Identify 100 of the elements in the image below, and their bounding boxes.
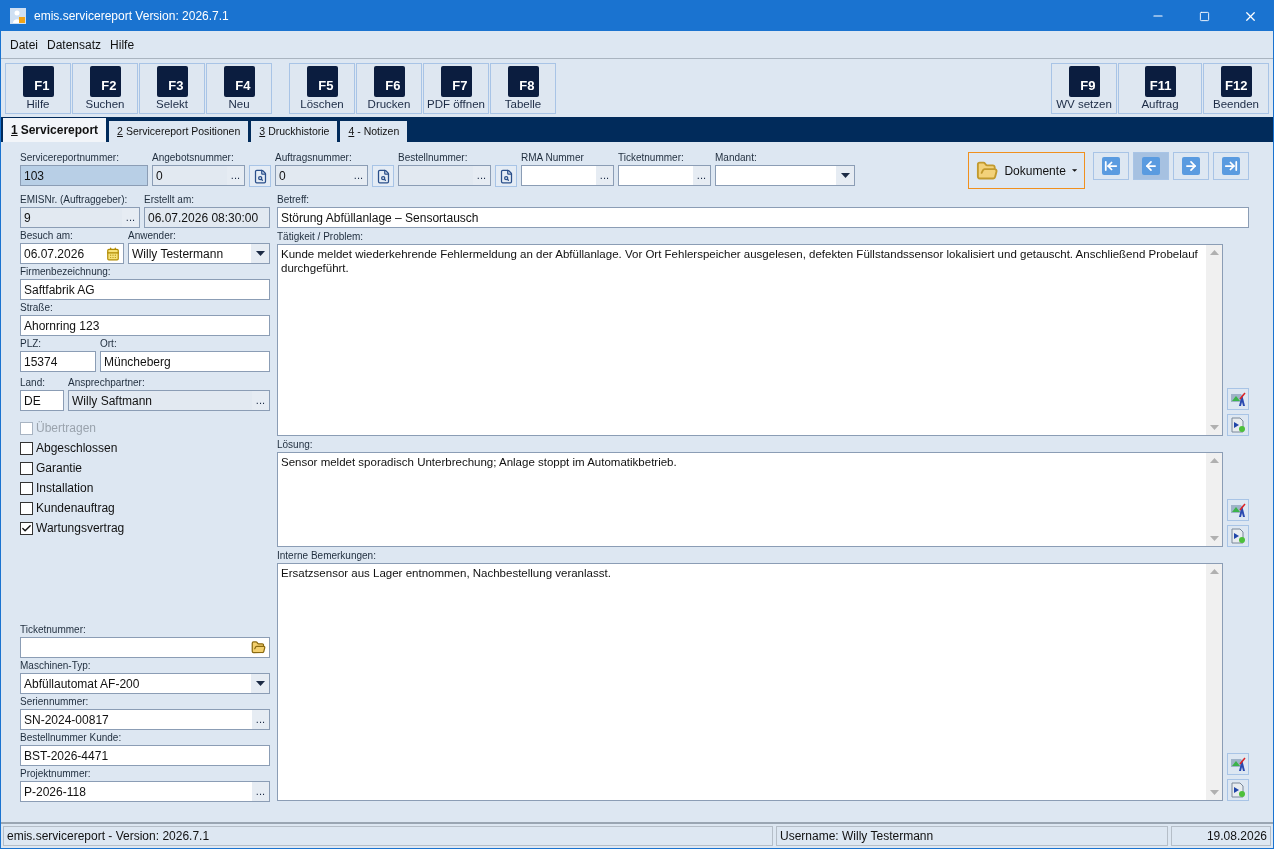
- input-field[interactable]: Saftfabrik AG: [20, 279, 270, 300]
- checkbox[interactable]: [20, 461, 33, 475]
- dropdown-arrow-icon[interactable]: [840, 173, 850, 178]
- toolbar-button[interactable]: F9 WV setzen: [1051, 62, 1117, 114]
- ellipsis-button[interactable]: ...: [226, 166, 244, 185]
- field-label: Ticketnummer:: [618, 152, 685, 164]
- input-field[interactable]: SN-2024-00817 ...: [20, 709, 270, 730]
- dropdown-field[interactable]: [715, 165, 855, 186]
- status-text: Username: Willy Testermann: [776, 826, 1168, 846]
- field-label: Ansprechpartner:: [68, 377, 146, 389]
- tab[interactable]: 4 - Notizen: [340, 121, 408, 142]
- field-label: Firmenbezeichnung:: [20, 266, 112, 278]
- menu-item[interactable]: Datei: [10, 35, 38, 54]
- checkbox[interactable]: [20, 441, 33, 455]
- input-field[interactable]: BST-2026-4471: [20, 745, 270, 766]
- dropdown-arrow-icon[interactable]: [255, 681, 265, 686]
- field-label: Seriennummer:: [20, 696, 90, 708]
- ellipsis-button[interactable]: ...: [595, 166, 613, 185]
- field-label: RMA Nummer: [521, 152, 585, 164]
- ellipsis-button[interactable]: ...: [472, 166, 490, 185]
- input-field[interactable]: 0 ...: [152, 165, 245, 186]
- input-field[interactable]: ...: [618, 165, 711, 186]
- field-label: Straße:: [20, 302, 54, 314]
- field-label: Angebotsnummer:: [152, 152, 235, 164]
- arrow-to-start-icon[interactable]: [1104, 159, 1118, 173]
- input-field[interactable]: 103: [20, 165, 148, 186]
- window-title: emis.servicereport Version: 2026.7.1: [34, 8, 229, 25]
- checkbox-label: Garantie: [36, 460, 83, 477]
- dropdown-field[interactable]: Abfüllautomat AF-200: [20, 673, 270, 694]
- input-field[interactable]: P-2026-118 ...: [20, 781, 270, 802]
- status-text: emis.servicereport - Version: 2026.7.1: [3, 826, 773, 846]
- field-label: EMISNr. (Auftraggeber):: [20, 194, 129, 206]
- toolbar-button[interactable]: F8 Tabelle: [490, 62, 556, 114]
- toolbar-button[interactable]: F2 Suchen: [72, 62, 138, 114]
- app-icon: [10, 8, 26, 24]
- menu-item[interactable]: Datensatz: [47, 35, 102, 54]
- input-field[interactable]: ...: [398, 165, 491, 186]
- tab[interactable]: 2 Servicereport Positionen: [109, 121, 249, 142]
- last-record-button[interactable]: [1213, 152, 1249, 180]
- text-area[interactable]: Ersatzsensor aus Lager entnommen, Nachbestellung veranlasst.: [277, 563, 1223, 801]
- field-label: Besuch am:: [20, 230, 74, 242]
- documents-button[interactable]: Dokumente: [968, 152, 1085, 189]
- text-area[interactable]: Sensor meldet sporadisch Unterbrechung; Anlage stoppt im Automatikbetrieb.: [277, 452, 1223, 547]
- first-record-button[interactable]: [1093, 152, 1129, 180]
- toolbar-button[interactable]: F12 Beenden: [1203, 62, 1269, 114]
- date-field[interactable]: 06.07.2026: [20, 243, 124, 264]
- toolbar-button[interactable]: F5 Löschen: [289, 62, 355, 114]
- toolbar-button[interactable]: F6 Drucken: [356, 62, 422, 114]
- folder-icon[interactable]: [251, 640, 266, 655]
- input-field[interactable]: Ahornring 123: [20, 315, 270, 336]
- caret-icon[interactable]: [1071, 169, 1077, 172]
- maximize-icon[interactable]: [1198, 10, 1210, 22]
- ellipsis-button[interactable]: ...: [251, 782, 269, 801]
- toolbar-button[interactable]: F11 Auftrag: [1118, 62, 1202, 114]
- field-label: Tätigkeit / Problem:: [277, 231, 365, 243]
- ellipsis-button[interactable]: ...: [349, 166, 367, 185]
- input-field[interactable]: ...: [521, 165, 614, 186]
- field-label: Servicereportnummer:: [20, 152, 120, 164]
- toolbar-button[interactable]: F4 Neu: [206, 62, 272, 114]
- field-label: Mandant:: [715, 152, 758, 164]
- checkbox-label: Abgeschlossen: [36, 440, 118, 457]
- ellipsis-button[interactable]: ...: [121, 208, 139, 227]
- status-text: 19.08.2026: [1171, 826, 1271, 846]
- input-field[interactable]: Müncheberg: [100, 351, 270, 372]
- input-field[interactable]: 06.07.2026 08:30:00: [144, 207, 270, 228]
- field-label: Bestellnummer Kunde:: [20, 732, 123, 744]
- checkbox-label: Kundenauftrag: [36, 500, 115, 517]
- checkbox[interactable]: [20, 501, 33, 515]
- calendar-icon[interactable]: [106, 246, 120, 261]
- ellipsis-button[interactable]: ...: [251, 391, 269, 410]
- tab[interactable]: 3 Druckhistorie: [251, 121, 338, 142]
- field-label: Erstellt am:: [144, 194, 195, 206]
- field-label: Lösung:: [277, 439, 314, 451]
- arrow-to-end-icon[interactable]: [1224, 159, 1238, 173]
- text-area[interactable]: Kunde meldet wiederkehrende Fehlermeldung an der Abfüllanlage. Vor Ort Fehlerspeicher ausgelesen, defekten Füllstandssensor lokalisiert und getauscht. Anschließend Probelauf durchgeführt.: [277, 244, 1223, 436]
- checkbox[interactable]: [20, 481, 33, 495]
- dropdown-field[interactable]: Willy Testermann: [128, 243, 270, 264]
- input-field[interactable]: [20, 637, 270, 658]
- dropdown-arrow-icon[interactable]: [255, 251, 265, 256]
- field-label: Betreff:: [277, 194, 311, 206]
- ellipsis-button[interactable]: ...: [251, 710, 269, 729]
- tab[interactable]: 1 Servicereport: [3, 118, 107, 142]
- field-label: Projektnummer:: [20, 768, 92, 780]
- ellipsis-button[interactable]: ...: [692, 166, 710, 185]
- menu-item[interactable]: Hilfe: [110, 35, 135, 54]
- toolbar-button[interactable]: F3 Selekt: [139, 62, 205, 114]
- field-label: Auftragsnummer:: [275, 152, 353, 164]
- input-field[interactable]: DE: [20, 390, 64, 411]
- input-field[interactable]: 15374: [20, 351, 96, 372]
- input-field[interactable]: 0 ...: [275, 165, 368, 186]
- toolbar-button[interactable]: F7 PDF öffnen: [423, 62, 489, 114]
- field-label: Anwender:: [128, 230, 177, 242]
- checkbox[interactable]: [20, 521, 33, 535]
- input-field[interactable]: Störung Abfüllanlage – Sensortausch: [277, 207, 1249, 228]
- checkbox-label: Übertragen: [36, 420, 97, 437]
- input-field[interactable]: 9 ...: [20, 207, 140, 228]
- input-field[interactable]: Willy Saftmann ...: [68, 390, 270, 411]
- checkbox-label: Wartungsvertrag: [36, 520, 125, 537]
- field-label: Bestellnummer:: [398, 152, 469, 164]
- toolbar-button[interactable]: F1 Hilfe: [5, 62, 71, 114]
